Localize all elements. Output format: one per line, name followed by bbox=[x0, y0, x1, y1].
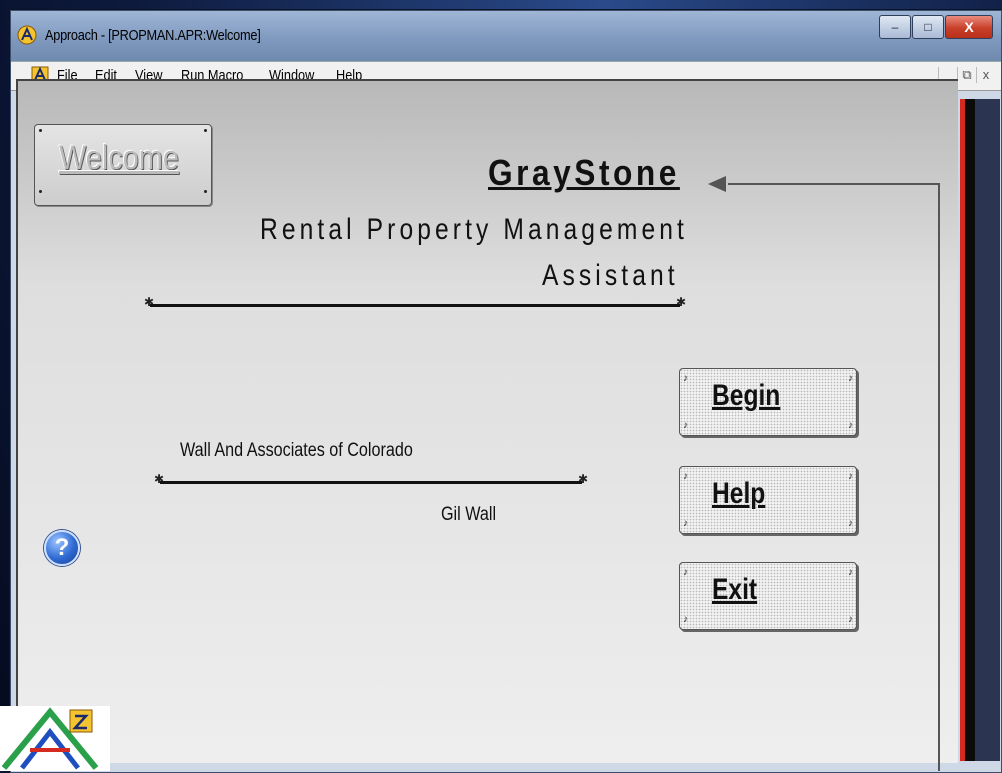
connector-arrowhead bbox=[708, 176, 726, 192]
connector-vertical-line bbox=[938, 183, 940, 771]
help-button[interactable]: Help ♪ ♪ ♪ ♪ bbox=[679, 466, 857, 534]
maximize-button[interactable]: □ bbox=[912, 15, 944, 39]
doc-restore-button[interactable]: ⧉ bbox=[957, 67, 976, 83]
exit-button[interactable]: Exit ♪ ♪ ♪ ♪ bbox=[679, 562, 857, 630]
subtitle-line-1: Rental Property Management bbox=[260, 213, 688, 246]
connector-line bbox=[728, 183, 940, 185]
help-button-label: Help bbox=[712, 477, 766, 510]
black-border-bar bbox=[965, 99, 975, 761]
approach-logo-icon bbox=[0, 706, 110, 771]
app-heading: GrayStone bbox=[488, 152, 680, 193]
window-controls: – □ X bbox=[878, 15, 993, 39]
welcome-label: Welcome bbox=[59, 139, 179, 177]
signature-line bbox=[154, 472, 588, 486]
title-divider-line bbox=[144, 295, 686, 309]
author-name: Gil Wall bbox=[441, 504, 497, 525]
approach-app-icon bbox=[17, 25, 37, 45]
exit-button-label: Exit bbox=[712, 573, 758, 606]
window-title: Approach - [PROPMAN.APR:Welcome] bbox=[45, 27, 261, 44]
close-button[interactable]: X bbox=[945, 15, 993, 39]
desktop-edge bbox=[975, 99, 1000, 761]
begin-button[interactable]: Begin ♪ ♪ ♪ ♪ bbox=[679, 368, 857, 436]
title-bar[interactable]: Approach - [PROPMAN.APR:Welcome] – □ X bbox=[11, 11, 1001, 61]
subtitle-line-2: Assistant bbox=[542, 259, 679, 292]
welcome-tab[interactable]: Welcome bbox=[34, 124, 212, 206]
help-icon[interactable]: ? bbox=[44, 530, 80, 566]
doc-close-button[interactable]: x bbox=[976, 67, 995, 83]
help-glyph: ? bbox=[54, 534, 70, 561]
begin-button-label: Begin bbox=[712, 379, 781, 412]
company-name: Wall And Associates of Colorado bbox=[180, 440, 413, 461]
minimize-button[interactable]: – bbox=[879, 15, 911, 39]
